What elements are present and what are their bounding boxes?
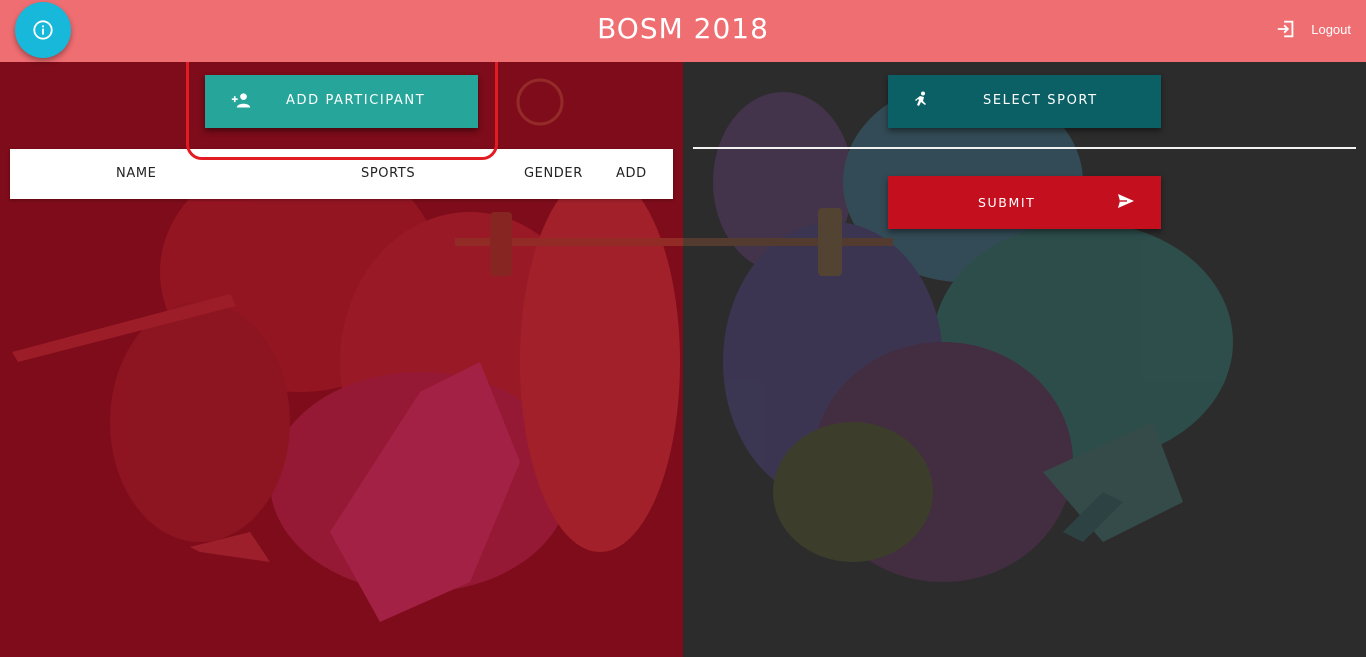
- sport-selection-panel: SELECT SPORT SUBMIT: [683, 62, 1366, 657]
- select-sport-button[interactable]: SELECT SPORT: [888, 75, 1161, 128]
- sport-select-underline: [693, 147, 1356, 149]
- column-header-sports: SPORTS: [361, 166, 416, 181]
- submit-button[interactable]: SUBMIT: [888, 176, 1161, 229]
- logout-label: Logout: [1311, 21, 1351, 37]
- participants-panel: ADD PARTICIPANT NAME SPORTS GENDER ADD: [0, 62, 683, 657]
- column-header-name: NAME: [116, 166, 157, 181]
- page-title: BOSM 2018: [597, 12, 769, 45]
- select-sport-label: SELECT SPORT: [983, 93, 1098, 108]
- logout-button[interactable]: Logout: [1275, 18, 1351, 40]
- column-header-add: ADD: [616, 166, 647, 181]
- column-header-gender: GENDER: [524, 166, 583, 181]
- app-header: BOSM 2018 Logout: [0, 0, 1366, 62]
- logout-icon: [1277, 20, 1294, 38]
- send-icon: [1118, 194, 1134, 208]
- submit-label: SUBMIT: [978, 195, 1036, 210]
- highlight-annotation: [186, 62, 498, 160]
- running-person-icon: [915, 91, 926, 106]
- sports-silhouettes-background-right: [683, 82, 1233, 582]
